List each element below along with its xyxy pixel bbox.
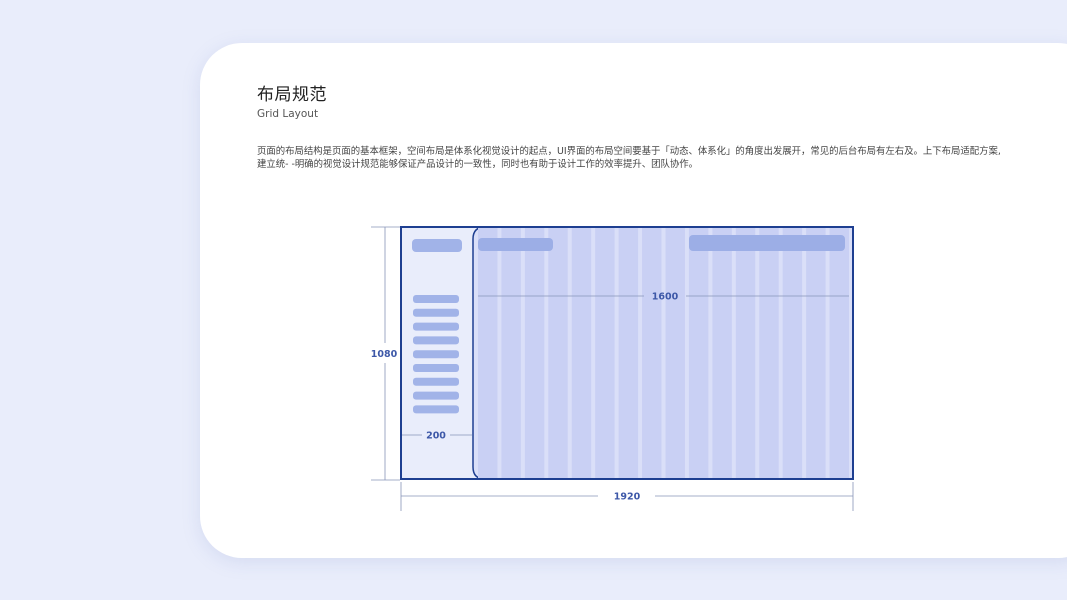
layout-diagram: 1600 200 1080 1920 xyxy=(371,226,854,511)
sidebar-menu-item xyxy=(413,391,459,400)
grid-column xyxy=(571,228,592,478)
sidebar-menu-item xyxy=(413,377,459,386)
sidebar-menu-item xyxy=(413,364,459,372)
sidebar-menu xyxy=(413,295,459,414)
sidebar-menu-item xyxy=(413,295,459,303)
sidebar-logo-placeholder xyxy=(412,239,462,252)
grid-column xyxy=(829,228,849,478)
grid-column xyxy=(806,228,826,478)
grid-column xyxy=(688,228,709,478)
sidebar-menu-item xyxy=(413,336,459,345)
sidebar-width-label: 200 xyxy=(426,431,446,442)
sidebar-menu-item xyxy=(413,350,459,359)
grid-column xyxy=(782,228,803,478)
grid-column xyxy=(595,228,615,478)
grid-column xyxy=(501,228,521,478)
content-width-label: 1600 xyxy=(652,292,679,303)
total-width-label: 1920 xyxy=(614,492,641,503)
grid-column xyxy=(478,228,498,478)
grid-column xyxy=(759,228,779,478)
sidebar-menu-item xyxy=(413,322,459,331)
total-height-label: 1080 xyxy=(371,349,398,360)
grid-column xyxy=(712,228,732,478)
grid-column xyxy=(642,228,662,478)
header-right-bar xyxy=(689,235,845,251)
header-left-bar xyxy=(478,238,553,251)
sidebar-menu-item xyxy=(413,405,459,414)
grid-column xyxy=(665,228,685,478)
grid-column xyxy=(548,228,568,478)
grid-column xyxy=(524,228,545,478)
grid-column xyxy=(735,228,756,478)
grid-column xyxy=(618,228,639,478)
sidebar-menu-item xyxy=(413,308,459,317)
